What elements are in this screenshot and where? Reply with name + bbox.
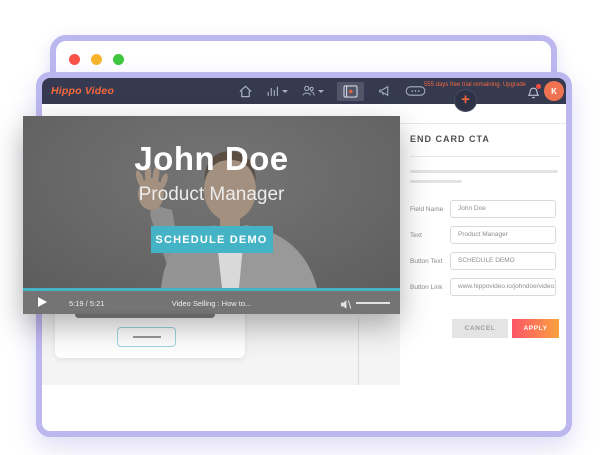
video-player[interactable]: John Doe Product Manager SCHEDULE DEMO 5… [23,116,400,314]
end-card-name: John Doe [23,140,400,178]
dash-icon [133,336,161,338]
end-card-cta-button[interactable]: SCHEDULE DEMO [151,226,273,253]
canvas: Hippo Video [0,0,608,455]
trial-banner[interactable]: 555 days free trial remaining. Upgrade [424,82,526,88]
skeleton-line [410,170,558,173]
create-video-button[interactable]: + [454,89,477,112]
end-card-cta-panel: END CARD CTA Field Name John Doe Text Pr… [400,104,566,385]
panel-top-divider [400,123,566,124]
button-text-row: Button Text SCHEDULE DEMO [410,252,556,270]
notification-badge [536,84,541,89]
chevron-down-icon [282,90,288,93]
video-frame: John Doe Product Manager SCHEDULE DEMO [23,116,400,288]
text-input[interactable]: Product Manager [450,226,556,244]
hippo-video-logo[interactable]: Hippo Video [51,85,114,97]
panel-title: END CARD CTA [410,134,490,144]
window-close-dot[interactable] [69,54,80,65]
button-link-label: Button Link [410,284,443,291]
cancel-button[interactable]: CANCEL [452,319,508,338]
field-name-input[interactable]: John Doe [450,200,556,218]
volume-slider[interactable] [356,302,390,304]
background-outline-button[interactable] [117,327,176,347]
campaigns-icon[interactable] [377,84,392,98]
button-link-row: Button Link www.hippovideo.io/johndoe/vi… [410,278,556,296]
text-label: Text [410,232,422,239]
contacts-icon[interactable] [301,84,324,98]
field-name-row: Field Name John Doe [410,200,556,218]
app-navbar: Hippo Video [42,78,566,104]
chevron-down-icon [318,90,324,93]
video-controls: 5:19 / 5:21 Video Selling : How to... [23,291,400,314]
videos-icon[interactable] [337,82,364,101]
volume-muted-icon[interactable] [340,297,352,315]
more-icon[interactable] [405,84,426,98]
analytics-icon[interactable] [266,84,288,98]
page-divider [358,318,359,385]
window-maximize-dot[interactable] [113,54,124,65]
end-card-title: Product Manager [23,184,400,206]
panel-divider [410,156,560,157]
notifications-bell-icon[interactable] [527,86,540,100]
nav-icons [238,78,426,104]
button-text-input[interactable]: SCHEDULE DEMO [450,252,556,270]
button-link-input[interactable]: www.hippovideo.io/johndoe/video.... [450,278,556,296]
field-name-label: Field Name [410,206,443,213]
apply-button[interactable]: APPLY [512,319,559,338]
avatar[interactable]: K [544,81,564,101]
window-minimize-dot[interactable] [91,54,102,65]
home-icon[interactable] [238,84,253,99]
text-row: Text Product Manager [410,226,556,244]
skeleton-line [410,180,462,183]
button-text-label: Button Text [410,258,442,265]
